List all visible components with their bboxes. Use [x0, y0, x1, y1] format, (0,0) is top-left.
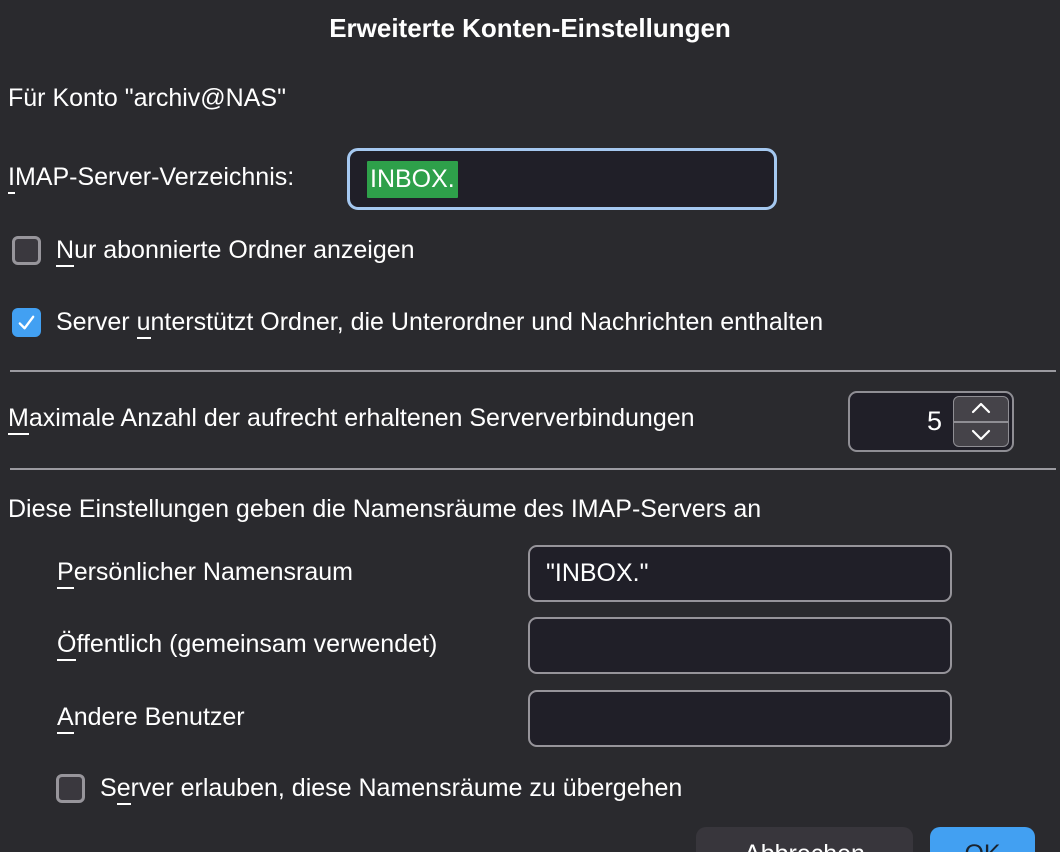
max-connections-spinner[interactable]: 5 [848, 391, 1014, 452]
spinner-value: 5 [926, 406, 942, 436]
access-key: I [8, 163, 15, 194]
dialog-title: Erweiterte Konten-Einstellungen [329, 13, 731, 43]
chevron-up-icon [971, 403, 991, 414]
selected-text: INBOX. [367, 160, 458, 198]
spin-up-button[interactable] [954, 397, 1008, 423]
public-namespace-label: Öffentlich (gemeinsam verwendet) [57, 630, 437, 661]
subscribed-only-row: Nur abonnierte Ordner anzeigen [12, 236, 415, 267]
other-users-namespace-label: Andere Benutzer [57, 703, 245, 734]
subscribed-only-checkbox[interactable] [12, 236, 41, 265]
spin-down-button[interactable] [954, 423, 1008, 447]
override-namespaces-row: Server erlauben, diese Namensräume zu üb… [56, 774, 682, 805]
chevron-down-icon [971, 429, 991, 440]
namespaces-heading: Diese Einstellungen geben die Namensräum… [8, 495, 762, 523]
other-users-namespace-input[interactable] [528, 690, 952, 747]
account-label: Für Konto "archiv@NAS" [8, 84, 286, 112]
separator [10, 370, 1056, 372]
subfolders-checkbox[interactable] [12, 308, 41, 337]
personal-namespace-input[interactable]: "INBOX." [528, 545, 952, 602]
imap-directory-label: IMAP-Server-Verzeichnis: [8, 163, 294, 194]
spin-buttons [953, 396, 1009, 447]
subfolders-label: Server unterstützt Ordner, die Unterordn… [56, 308, 823, 339]
override-namespaces-checkbox[interactable] [56, 774, 85, 803]
checkmark-icon [18, 315, 35, 330]
override-namespaces-label: Server erlauben, diese Namensräume zu üb… [100, 774, 682, 805]
subfolders-row: Server unterstützt Ordner, die Unterordn… [12, 308, 823, 339]
cancel-button[interactable]: Abbrechen [696, 827, 913, 852]
advanced-account-settings-dialog: Erweiterte Konten-Einstellungen Für Kont… [0, 0, 1060, 852]
public-namespace-input[interactable] [528, 617, 952, 674]
subscribed-only-label: Nur abonnierte Ordner anzeigen [56, 236, 415, 267]
max-connections-label: Maximale Anzahl der aufrecht erhaltenen … [8, 404, 695, 435]
separator [10, 468, 1056, 470]
imap-directory-input[interactable]: INBOX. [347, 148, 777, 210]
personal-namespace-label: Persönlicher Namensraum [57, 558, 353, 589]
ok-button[interactable]: OK [930, 827, 1035, 852]
